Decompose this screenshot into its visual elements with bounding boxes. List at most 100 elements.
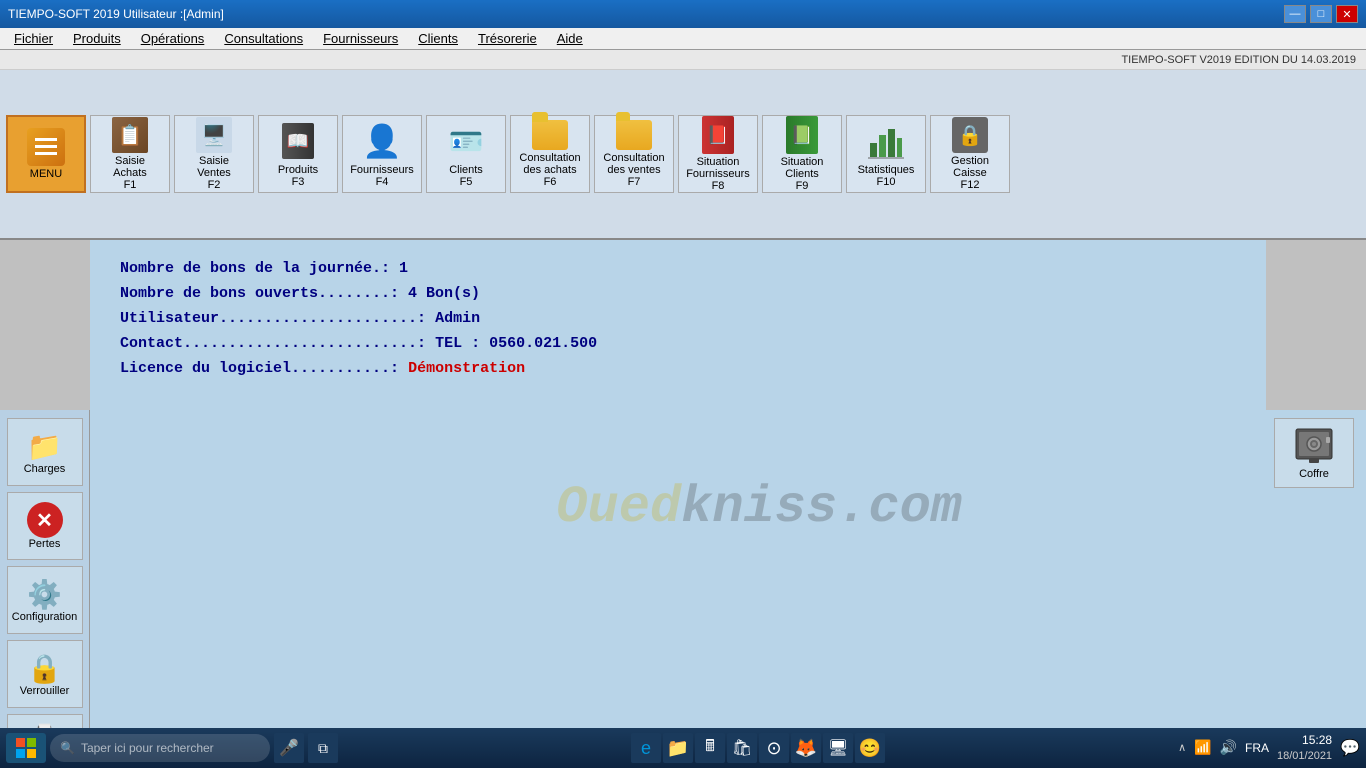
info-line-4: Contact..........................: TEL :… [120,335,1236,352]
toolbar-fournisseurs-btn[interactable]: 👤 FournisseursF4 [342,115,422,193]
toolbar-consult-achats-btn[interactable]: Consultationdes achatsF6 [510,115,590,193]
search-bar[interactable]: 🔍 Taper ici pour rechercher [50,734,270,762]
toolbar-saisie-achats-label: SaisieAchatsF1 [113,155,147,191]
toolbar-fournisseurs-label: FournisseursF4 [350,164,414,188]
sit-clients-icon: 📗 [781,116,823,154]
version-text: TIEMPO-SOFT V2019 EDITION DU 14.03.2019 [1121,54,1356,66]
menu-aide[interactable]: Aide [547,29,593,48]
config-icon: ⚙️ [27,578,62,611]
clients-icon: 🪪 [445,120,487,162]
toolbar-clients-btn[interactable]: 🪪 ClientsF5 [426,115,506,193]
title-bar: TIEMPO-SOFT 2019 Utilisateur :[Admin] — … [0,0,1366,28]
watermark-kniss: kniss [681,478,837,537]
app-container: TIEMPO-SOFT 2019 Utilisateur :[Admin] — … [0,0,1366,768]
toolbar-menu-btn[interactable]: MENU [6,115,86,193]
sidebar-charges-btn[interactable]: 📁 Charges [7,418,83,486]
utilisateur-value: Admin [435,310,480,327]
toolbar-saisie-ventes-btn[interactable]: 🖥️ SaisieVentesF2 [174,115,254,193]
info-line-2: Nombre de bons ouverts........: 4 Bon(s) [120,285,1236,302]
info-line-5: Licence du logiciel...........: Démonstr… [120,360,1236,377]
title-text: TIEMPO-SOFT 2019 Utilisateur :[Admin] [8,7,224,21]
pertes-icon: ✕ [27,502,63,538]
taskbar: 🔍 Taper ici pour rechercher 🎤 ⧉ e 📁 🖩 🛍 … [0,728,1366,768]
notification-icon[interactable]: 💬 [1340,738,1360,758]
firefox-icon[interactable]: 🦊 [791,733,821,763]
toolbar-menu-label: MENU [30,168,62,180]
contact-value: TEL : 0560.021.500 [435,335,597,352]
toolbar-sit-fournisseurs-btn[interactable]: 📕 SituationFournisseursF8 [678,115,758,193]
toolbar-clients-label: ClientsF5 [449,164,483,188]
consult-achats-icon [529,120,571,150]
sidebar: 📁 Charges ✕ Pertes ⚙️ Configuration 🔒 Ve… [0,410,90,768]
time-display: 15:28 18/01/2021 [1277,733,1332,763]
time-value: 15:28 [1277,733,1332,749]
consult-ventes-icon [613,120,655,150]
menu-fournisseurs[interactable]: Fournisseurs [313,29,408,48]
watermark-com: .com [837,478,962,537]
gestion-caisse-icon: 🔒 [949,117,991,153]
minimize-button[interactable]: — [1284,5,1306,23]
watermark-oued: Oued [556,478,681,537]
toolbar-produits-label: ProduitsF3 [278,164,318,188]
toolbar-consult-ventes-label: Consultationdes ventesF7 [603,152,664,188]
taskbar-right: ∧ 📶 🔊 FRA 15:28 18/01/2021 💬 [1178,733,1360,763]
sit-fournisseurs-icon: 📕 [697,116,739,154]
sidebar-charges-label: Charges [24,463,66,475]
microphone-button[interactable]: 🎤 [274,733,304,763]
toolbar: MENU 📋 SaisieAchatsF1 🖥️ SaisieVentesF2 … [0,70,1366,240]
rdp-icon[interactable]: 🖥 [823,733,853,763]
toolbar-sit-fournisseurs-label: SituationFournisseursF8 [686,156,750,192]
stats-icon [865,120,907,162]
sidebar-config-btn[interactable]: ⚙️ Configuration [7,566,83,634]
menu-operations[interactable]: Opérations [131,29,215,48]
menu-bar: Fichier Produits Opérations Consultation… [0,28,1366,50]
bons-journee-label: Nombre de bons de la journée.: [120,260,399,277]
saisie-achats-icon: 📋 [109,117,151,153]
toolbar-consult-ventes-btn[interactable]: Consultationdes ventesF7 [594,115,674,193]
toolbar-produits-btn[interactable]: 📖 ProduitsF3 [258,115,338,193]
start-button[interactable] [6,733,46,763]
menu-icon [27,128,65,166]
edge-icon[interactable]: e [631,733,661,763]
menu-clients[interactable]: Clients [408,29,468,48]
calculator-icon[interactable]: 🖩 [695,733,725,763]
toolbar-gestion-caisse-label: GestionCaisseF12 [951,155,989,191]
chrome-icon[interactable]: ⊙ [759,733,789,763]
coffre-label: Coffre [1299,468,1329,480]
charges-icon: 📁 [27,430,62,463]
volume-icon: 🔊 [1220,739,1237,756]
toolbar-sit-clients-btn[interactable]: 📗 SituationClientsF9 [762,115,842,193]
maximize-button[interactable]: □ [1310,5,1332,23]
explorer-icon[interactable]: 📁 [663,733,693,763]
utilisateur-label: Utilisateur......................: [120,310,435,327]
bons-journee-value: 1 [399,260,408,277]
produits-icon: 📖 [277,120,319,162]
title-controls: — □ ✕ [1284,5,1358,23]
licence-label: Licence du logiciel...........: [120,360,399,377]
main-content: Nombre de bons de la journée.: 1 Nombre … [90,240,1266,728]
close-button[interactable]: ✕ [1336,5,1358,23]
taskbar-center: e 📁 🖩 🛍 ⊙ 🦊 🖥 😊 [631,733,885,763]
tray-icons: ∧ [1178,741,1186,754]
menu-tresorerie[interactable]: Trésorerie [468,29,547,48]
toolbar-gestion-caisse-btn[interactable]: 🔒 GestionCaisseF12 [930,115,1010,193]
content-wrapper: 📁 Charges ✕ Pertes ⚙️ Configuration 🔒 Ve… [0,240,1366,728]
toolbar-stats-btn[interactable]: StatistiquesF10 [846,115,926,193]
menu-produits[interactable]: Produits [63,29,131,48]
menu-consultations[interactable]: Consultations [214,29,313,48]
sidebar-lock-btn[interactable]: 🔒 Verrouiller [7,640,83,708]
sidebar-pertes-btn[interactable]: ✕ Pertes [7,492,83,560]
store-icon[interactable]: 🛍 [727,733,757,763]
coffre-icon [1294,427,1334,468]
taskview-button[interactable]: ⧉ [308,733,338,763]
network-icon: 📶 [1194,739,1211,756]
bons-ouverts-label: Nombre de bons ouverts........: [120,285,408,302]
contact-label: Contact..........................: [120,335,435,352]
misc-icon[interactable]: 😊 [855,733,885,763]
licence-value: Démonstration [408,360,525,377]
toolbar-saisie-achats-btn[interactable]: 📋 SaisieAchatsF1 [90,115,170,193]
toolbar-saisie-ventes-label: SaisieVentesF2 [197,155,231,191]
sidebar-pertes-label: Pertes [29,538,61,550]
menu-fichier[interactable]: Fichier [4,29,63,48]
coffre-btn[interactable]: Coffre [1274,418,1354,488]
